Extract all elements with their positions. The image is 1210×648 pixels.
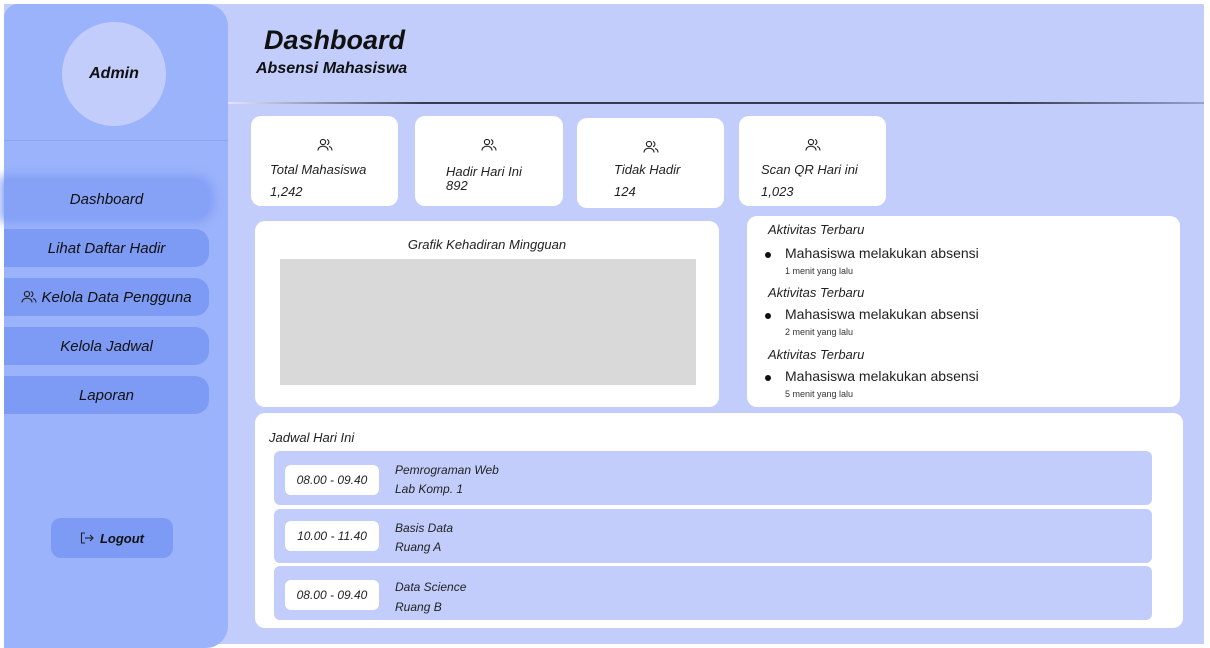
stat-value: 892 (446, 178, 468, 193)
activity-heading: Aktivitas Terbaru (768, 222, 865, 237)
activity-time: 2 menit yang lalu (785, 327, 854, 337)
course-name: Pemrograman Web (395, 463, 499, 477)
course-name: Basis Data (395, 521, 454, 535)
sidebar-item-dashboard[interactable]: Dashboard (4, 180, 209, 218)
sidebar-item-label: Kelola Data Pengguna (41, 288, 192, 306)
stat-label: Tidak Hadir (614, 162, 681, 177)
schedule-title: Jadwal Hari Ini (269, 430, 355, 445)
stat-value: 1,023 (761, 184, 794, 199)
users-icon (316, 138, 333, 152)
stat-label: Hadir Hari Ini (446, 164, 522, 179)
recent-activity-panel: Aktivitas Terbaru Mahasiswa melakukan ab… (747, 216, 1180, 407)
schedule-row[interactable]: 08.00 - 09.40 Pemrograman Web Lab Komp. … (274, 451, 1152, 505)
avatar[interactable]: Admin (62, 22, 166, 126)
users-icon (481, 138, 497, 152)
stat-card-total-mahasiswa: Total Mahasiswa 1,242 (251, 116, 398, 206)
attendance-chart-panel: Grafik Kehadiran Mingguan (255, 221, 719, 407)
activity-text: Mahasiswa melakukan absensi (785, 245, 979, 261)
schedule-row[interactable]: 08.00 - 09.40 Data Science Ruang B (274, 566, 1152, 620)
stat-label: Total Mahasiswa (270, 162, 367, 177)
schedule-panel: Jadwal Hari Ini 08.00 - 09.40 Pemrograma… (255, 413, 1183, 628)
stat-card-tidak-hadir: Tidak Hadir 124 (577, 118, 724, 208)
stat-value: 124 (614, 184, 636, 199)
users-icon (642, 140, 659, 154)
course-room: Ruang B (395, 600, 442, 614)
bullet-icon (765, 375, 771, 381)
time-badge: 08.00 - 09.40 (285, 465, 379, 495)
sidebar-item-label: Dashboard (69, 190, 144, 208)
sidebar-item-lihat-daftar-hadir[interactable]: Lihat Daftar Hadir (4, 229, 209, 267)
activity-text: Mahasiswa melakukan absensi (785, 306, 979, 322)
stat-label: Scan QR Hari ini (761, 162, 858, 177)
stat-card-hadir-hari-ini: Hadir Hari Ini 892 (415, 116, 563, 206)
sidebar-item-label: Lihat Daftar Hadir (47, 239, 166, 257)
chart-title: Grafik Kehadiran Mingguan (407, 237, 567, 252)
activity-text: Mahasiswa melakukan absensi (785, 368, 979, 384)
sidebar-item-label: Laporan (78, 386, 135, 404)
page-subtitle: Absensi Mahasiswa (256, 60, 408, 77)
sidebar-item-label: Kelola Jadwal (60, 337, 153, 355)
sidebar-item-kelola-data-pengguna[interactable]: Kelola Data Pengguna (4, 278, 209, 316)
stat-value: 1,242 (270, 184, 303, 199)
header-divider (228, 102, 1204, 104)
sidebar-divider (4, 140, 228, 141)
users-icon (21, 290, 37, 304)
activity-time: 1 menit yang lalu (785, 266, 854, 276)
stat-card-scan-qr: Scan QR Hari ini 1,023 (739, 116, 886, 206)
sidebar-item-laporan[interactable]: Laporan (4, 376, 209, 414)
logout-icon (80, 532, 94, 544)
activity-heading: Aktivitas Terbaru (768, 347, 865, 362)
sidebar: Admin Dashboard Lihat Daftar Hadir Kelol… (4, 4, 228, 648)
course-room: Lab Komp. 1 (395, 482, 464, 496)
logout-button[interactable]: Logout (51, 518, 173, 558)
course-room: Ruang A (395, 540, 442, 554)
sidebar-item-kelola-jadwal[interactable]: Kelola Jadwal (4, 327, 209, 365)
chart-placeholder (280, 259, 696, 385)
logout-label: Logout (99, 530, 145, 546)
time-badge: 08.00 - 09.40 (285, 580, 379, 610)
users-icon (804, 138, 821, 152)
activity-time: 5 menit yang lalu (785, 389, 854, 399)
bullet-icon (765, 313, 771, 319)
schedule-row[interactable]: 10.00 - 11.40 Basis Data Ruang A (274, 509, 1152, 563)
course-name: Data Science (395, 580, 467, 594)
activity-heading: Aktivitas Terbaru (768, 285, 865, 300)
bullet-icon (765, 252, 771, 258)
time-badge: 10.00 - 11.40 (285, 521, 379, 551)
page-title: Dashboard (264, 25, 406, 55)
